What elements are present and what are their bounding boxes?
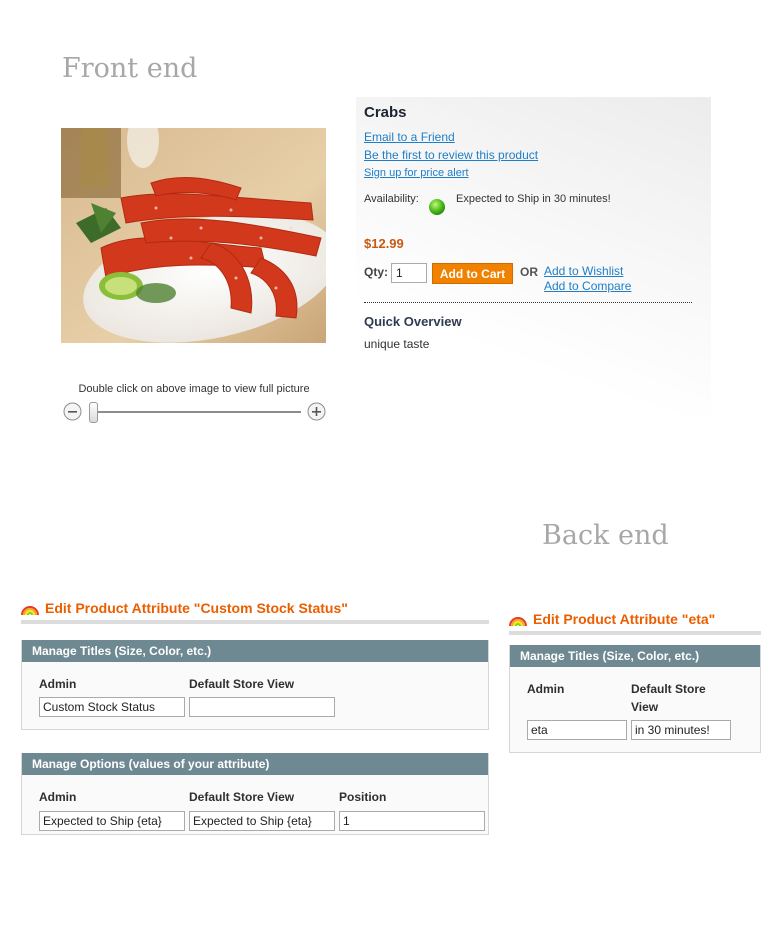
option-position-input[interactable] [339, 811, 485, 831]
col-admin: Admin [39, 790, 77, 804]
title-divider [509, 631, 761, 635]
front-end-heading: Front end [62, 53, 198, 84]
custom-stock-status-title: Edit Product Attribute "Custom Stock Sta… [21, 600, 348, 616]
availability-text: Expected to Ship in 30 minutes! [456, 193, 611, 205]
col-admin: Admin [39, 677, 77, 691]
product-price: $12.99 [364, 236, 404, 251]
eta-attribute-title: Edit Product Attribute "eta" [509, 611, 715, 627]
manage-titles-header: Manage Titles (Size, Color, etc.) [510, 645, 760, 667]
zoom-out-icon[interactable] [63, 402, 82, 421]
col-position: Position [339, 790, 387, 804]
col-default-store-view: Default Store View [631, 680, 706, 716]
manage-options-header: Manage Options (values of your attribute… [22, 753, 488, 775]
title-text: Edit Product Attribute "eta" [533, 611, 716, 627]
manage-titles-header: Manage Titles (Size, Color, etc.) [22, 640, 488, 662]
zoom-track[interactable] [89, 411, 301, 413]
price-alert-link[interactable]: Sign up for price alert [364, 167, 469, 179]
title-divider [21, 620, 489, 624]
add-to-compare-link[interactable]: Add to Compare [544, 279, 631, 293]
rainbow-icon [21, 600, 39, 616]
email-friend-link[interactable]: Email to a Friend [364, 130, 455, 144]
rainbow-icon [509, 611, 527, 627]
qty-input[interactable] [391, 263, 427, 283]
admin-title-input[interactable] [39, 697, 185, 717]
divider [364, 302, 692, 303]
manage-titles-panel: Manage Titles (Size, Color, etc.) Admin … [21, 640, 489, 730]
eta-manage-titles-panel: Manage Titles (Size, Color, etc.) Admin … [509, 645, 761, 753]
availability-label: Availability: [364, 193, 419, 205]
option-admin-input[interactable] [39, 811, 185, 831]
title-text: Edit Product Attribute "Custom Stock Sta… [45, 600, 348, 616]
product-shop-panel [356, 97, 711, 415]
zoom-slider[interactable] [63, 401, 327, 423]
manage-options-panel: Manage Options (values of your attribute… [21, 753, 489, 835]
quick-overview-title: Quick Overview [364, 314, 462, 329]
col-admin: Admin [527, 682, 565, 696]
zoom-in-icon[interactable] [307, 402, 326, 421]
zoom-hint-text: Double click on above image to view full… [78, 383, 310, 395]
quick-overview-text: unique taste [364, 337, 430, 351]
availability-dot-icon [428, 198, 446, 216]
option-store-input[interactable] [189, 811, 335, 831]
col-store-line2: View [631, 700, 659, 714]
col-store-line1: Default Store [631, 682, 706, 696]
eta-admin-input[interactable] [527, 720, 627, 740]
or-label: OR [520, 265, 538, 279]
add-to-wishlist-link[interactable]: Add to Wishlist [544, 264, 623, 278]
product-image[interactable] [61, 128, 326, 343]
back-end-heading: Back end [542, 520, 669, 551]
qty-label: Qty: [364, 265, 388, 279]
review-link[interactable]: Be the first to review this product [364, 148, 538, 162]
store-title-input[interactable] [189, 697, 335, 717]
col-default-store-view: Default Store View [189, 677, 295, 691]
eta-store-input[interactable] [631, 720, 731, 740]
add-to-cart-button[interactable]: Add to Cart [432, 263, 513, 284]
product-name: Crabs [364, 104, 407, 121]
zoom-handle[interactable] [89, 402, 98, 423]
col-default-store-view: Default Store View [189, 790, 295, 804]
